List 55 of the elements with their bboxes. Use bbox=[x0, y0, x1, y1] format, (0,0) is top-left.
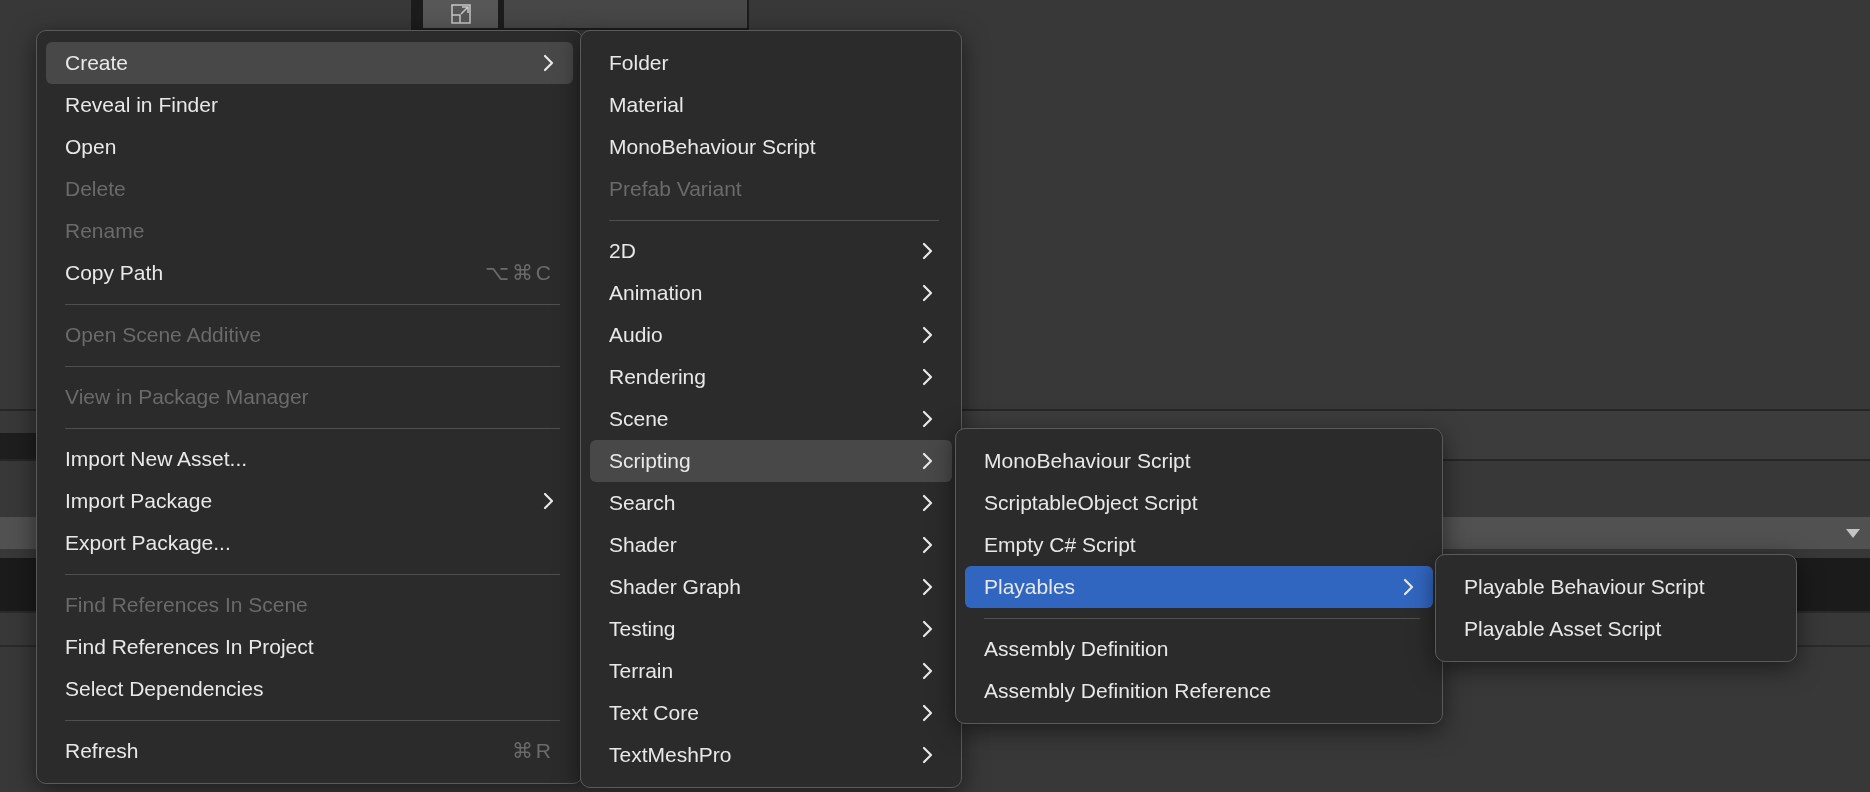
menu-item[interactable]: Animation bbox=[590, 272, 952, 314]
chevron-right-icon bbox=[543, 54, 554, 72]
chevron-right-icon bbox=[922, 494, 933, 512]
chevron-right-icon bbox=[922, 368, 933, 386]
menu-item[interactable]: Export Package... bbox=[46, 522, 573, 564]
menu-item[interactable]: TextMeshPro bbox=[590, 734, 952, 776]
menu-item[interactable]: Import New Asset... bbox=[46, 438, 573, 480]
chevron-right-icon bbox=[922, 326, 933, 344]
menu-item[interactable]: Select Dependencies bbox=[46, 668, 573, 710]
chevron-right-icon bbox=[922, 662, 933, 680]
menu-item[interactable]: Playables bbox=[965, 566, 1433, 608]
menu-item[interactable]: Create bbox=[46, 42, 573, 84]
menu-item[interactable]: Copy Path ⌥⌘C bbox=[46, 252, 573, 294]
chevron-right-icon bbox=[922, 242, 933, 260]
menu-item[interactable]: Open bbox=[46, 126, 573, 168]
menu-item[interactable]: Refresh ⌘R bbox=[46, 730, 573, 772]
menu-item[interactable]: Audio bbox=[590, 314, 952, 356]
expand-icon bbox=[450, 4, 471, 24]
chevron-right-icon bbox=[1403, 578, 1414, 596]
dropdown-arrow-icon bbox=[1846, 528, 1860, 538]
menu-item[interactable]: Assembly Definition bbox=[965, 628, 1433, 670]
menu-item[interactable]: Terrain bbox=[590, 650, 952, 692]
menu-item[interactable]: Playable Asset Script bbox=[1445, 608, 1787, 650]
menu-item[interactable]: MonoBehaviour Script bbox=[590, 126, 952, 168]
chevron-right-icon bbox=[922, 284, 933, 302]
chevron-right-icon bbox=[543, 492, 554, 510]
toolbar-button[interactable] bbox=[423, 0, 498, 28]
menu-item[interactable]: Material bbox=[590, 84, 952, 126]
menu-item[interactable]: Find References In Project bbox=[46, 626, 573, 668]
menu-item[interactable]: Shader Graph bbox=[590, 566, 952, 608]
menu-item[interactable]: Playable Behaviour Script bbox=[1445, 566, 1787, 608]
menu-item[interactable]: Reveal in Finder bbox=[46, 84, 573, 126]
chevron-right-icon bbox=[922, 410, 933, 428]
chevron-right-icon bbox=[922, 578, 933, 596]
chevron-right-icon bbox=[922, 536, 933, 554]
chevron-right-icon bbox=[922, 746, 933, 764]
chevron-right-icon bbox=[922, 620, 933, 638]
menu-item[interactable]: MonoBehaviour Script bbox=[965, 440, 1433, 482]
chevron-right-icon bbox=[922, 704, 933, 722]
menu-item[interactable]: Search bbox=[590, 482, 952, 524]
shortcut-label: ⌥⌘C bbox=[484, 260, 554, 287]
menu-item[interactable]: Text Core bbox=[590, 692, 952, 734]
shortcut-label: ⌘R bbox=[511, 738, 554, 765]
menu-item[interactable]: ScriptableObject Script bbox=[965, 482, 1433, 524]
menu-item[interactable]: Scene bbox=[590, 398, 952, 440]
menu-item[interactable]: Rendering bbox=[590, 356, 952, 398]
menu-item[interactable]: Import Package bbox=[46, 480, 573, 522]
menu-item[interactable]: Empty C# Script bbox=[965, 524, 1433, 566]
menu-item[interactable]: Scripting bbox=[590, 440, 952, 482]
chevron-right-icon bbox=[922, 452, 933, 470]
menu-item[interactable]: Testing bbox=[590, 608, 952, 650]
menu-item[interactable]: 2D bbox=[590, 230, 952, 272]
menu-item[interactable]: Shader bbox=[590, 524, 952, 566]
menu-item[interactable]: Folder bbox=[590, 42, 952, 84]
menu-item[interactable]: Assembly Definition Reference bbox=[965, 670, 1433, 712]
